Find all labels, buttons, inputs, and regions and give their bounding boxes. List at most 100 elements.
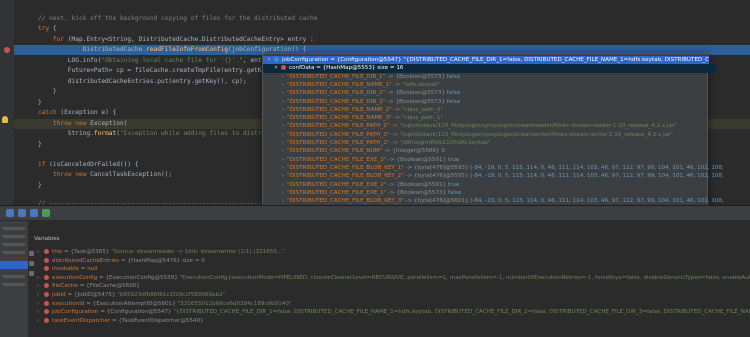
frame-item[interactable] (3, 235, 25, 238)
code-line[interactable]: throw new Exception( (38, 119, 128, 129)
variable-row[interactable]: distributedCacheEntries = {HashMap@5476}… (34, 257, 750, 266)
frames-list[interactable] (0, 221, 28, 337)
frame-item[interactable] (3, 243, 25, 246)
code-line[interactable]: String.format("Exception while adding fi… (38, 129, 280, 139)
variable-type: = {ExecutionAttemptID@5601} (84, 300, 178, 307)
evaluate-popup[interactable]: ▾ jobConfiguration = {Configuration@5547}… (262, 53, 723, 207)
code-token: "Obtaining local cache file for '{}'." (101, 57, 243, 64)
entry-key: "DISTRIBUTED_CACHE_FILE_EXE_2" (287, 181, 387, 188)
frame-item[interactable] (3, 275, 25, 278)
variable-name: invokable (52, 266, 79, 273)
expand-arrow-icon[interactable]: › (34, 274, 42, 283)
code-token: DistributedCache. (38, 46, 147, 53)
step-out-icon[interactable] (30, 209, 38, 217)
field-icon (44, 274, 49, 280)
code-line[interactable]: for (Map.Entry<String, DistributedCache.… (38, 35, 314, 45)
entry-key: confData (289, 65, 315, 72)
entry-key: "DISTRIBUTED_CACHE_FILE_PATH_3" (287, 131, 390, 138)
entry-type: -> (391, 106, 402, 113)
frame-item[interactable] (3, 283, 25, 286)
resume-icon[interactable] (42, 209, 50, 217)
code-token: LOG.info( (38, 57, 102, 64)
entry-value: [-84, -19, 0, 5, 115, 114, 0, 46, 111, 1… (470, 173, 723, 180)
entry-key: jobConfiguration (282, 57, 329, 63)
expand-arrow-icon[interactable]: › (34, 282, 42, 291)
variable-row[interactable]: › jobId = {JobID@5475} "b65923dfb86f61c1f… (34, 291, 750, 300)
editor-gutter[interactable] (0, 0, 14, 205)
code-line[interactable]: catch (Exception e) { (38, 108, 116, 118)
code-line[interactable]: } (38, 140, 42, 150)
entry-type: -> {byte[476]@5595} (403, 173, 471, 180)
entry-key: "DISTRIBUTED_CACHE_FILE_BLOB_KEY_3" (287, 198, 404, 205)
code-line[interactable]: // next, kick off the background copying… (38, 14, 317, 24)
code-token: try (38, 25, 50, 32)
code-token: catch (38, 109, 57, 116)
variable-row[interactable]: › taskEventDispatcher = {TaskEventDispatc… (34, 317, 750, 326)
expand-arrow-icon[interactable]: › (34, 291, 42, 300)
breakpoint-icon[interactable] (4, 47, 10, 53)
intention-bulb-icon[interactable] (2, 116, 8, 123)
code-line[interactable]: throw new CancelTaskException(); (38, 170, 172, 180)
entry-key: "DISTRIBUTED_CACHE_FILE_NAME_1" (287, 81, 392, 88)
entry-value: false (446, 98, 461, 105)
step-over-icon[interactable] (6, 209, 14, 217)
step-into-icon[interactable] (18, 209, 26, 217)
field-icon (44, 309, 49, 315)
entry-key: "DISTRIBUTED_CACHE_FILE_EXE_1" (287, 189, 387, 196)
debug-panel: Variables › this = {Task@5365} "Source: s… (0, 221, 750, 337)
entry-key: "DISTRIBUTED_CACHE_FILE_BLOB_KEY_2" (287, 173, 404, 180)
code-token: (Exception e) { (56, 109, 117, 116)
expand-arrow-icon[interactable]: › (34, 308, 42, 317)
entry-value: [-84, -19, 0, 5, 115, 114, 0, 46, 111, 1… (470, 198, 723, 205)
variable-row[interactable]: › jobConfiguration = {Configuration@5547}… (34, 308, 750, 317)
code-line[interactable]: } (38, 181, 42, 191)
entry-value: "class_path_1" (401, 115, 443, 122)
expand-arrow-icon[interactable]: › (34, 248, 42, 257)
field-icon (44, 317, 49, 323)
expand-arrow-icon[interactable]: › (34, 317, 42, 326)
code-line[interactable]: distributedCacheEntries.put(entry.getKey… (38, 77, 247, 87)
code-line[interactable]: Future<Path> cp = fileCache.createTmpFil… (38, 66, 280, 76)
code-line[interactable]: } (38, 87, 57, 97)
variable-row[interactable]: › executionConfig = {ExecutionConfig@5539… (34, 274, 750, 283)
entry-value: "class_path_0" (401, 106, 443, 113)
debug-toolbar (0, 206, 750, 221)
entry-value: "/opt/dtstack/110_flinkplugin/syncplugin… (399, 123, 677, 130)
entry-type: -> {Boolean@5591} (386, 181, 448, 188)
code-line[interactable]: try { (38, 24, 57, 34)
frame-item[interactable] (3, 251, 25, 254)
code-token: throw new (52, 171, 87, 178)
variable-row[interactable]: › executionId = {ExecutionAttemptID@5601}… (34, 300, 750, 309)
variable-row[interactable]: › this = {Task@5365} "Source: streamreade… (34, 248, 750, 257)
variable-row[interactable]: › fileCache = {FileCache@5600} (34, 282, 750, 291)
frame-item-selected[interactable] (0, 261, 28, 269)
variable-row[interactable]: invokable = null (34, 265, 750, 274)
entry-type: -> (391, 81, 402, 88)
entry-key: "DISTRIBUTED_CACHE_FILE_DIR_1" (287, 73, 386, 80)
entry-value: false (446, 90, 461, 97)
variable-value: "ExecutionConfig{executionMode=PIPELINED… (179, 274, 750, 281)
code-token: readFileInfoFromConfig (146, 46, 228, 53)
entry-value: true (447, 181, 460, 188)
variable-name: executionId (52, 300, 85, 307)
entry-value: false (447, 189, 462, 196)
code-line[interactable]: LOG.info("Obtaining local cache file for… (38, 56, 280, 66)
code-token: "Exception while adding files to distrib… (119, 130, 281, 137)
code-token: String. (38, 130, 94, 137)
field-icon (44, 249, 49, 254)
entry-type: = {HashMap@5553} size = 16 (314, 65, 404, 72)
code-line[interactable]: } (38, 98, 42, 108)
expand-arrow-icon[interactable]: › (34, 300, 42, 309)
entry-value: "hdfs.keytab" (401, 81, 440, 88)
field-icon (44, 257, 49, 263)
entry-type: -> (389, 140, 400, 146)
frame-item[interactable] (3, 227, 25, 230)
entry-key: "DISTRIBUTED_CACHE_FILE_NUM" (287, 148, 383, 155)
code-line[interactable]: if (isCanceledOrFailed()) { (38, 160, 139, 170)
entry-type: -> {Boolean@5573} (385, 98, 447, 105)
field-icon (44, 266, 49, 272)
code-token: (jobConfiguration)) { (228, 46, 307, 53)
variable-name: taskEventDispatcher (52, 317, 111, 324)
entry-key: "DISTRIBUTED_CACHE_FILE_BLOB_KEY_1" (287, 164, 404, 171)
entry-key: "DISTRIBUTED_CACHE_FILE_PATH_1" (287, 140, 390, 146)
